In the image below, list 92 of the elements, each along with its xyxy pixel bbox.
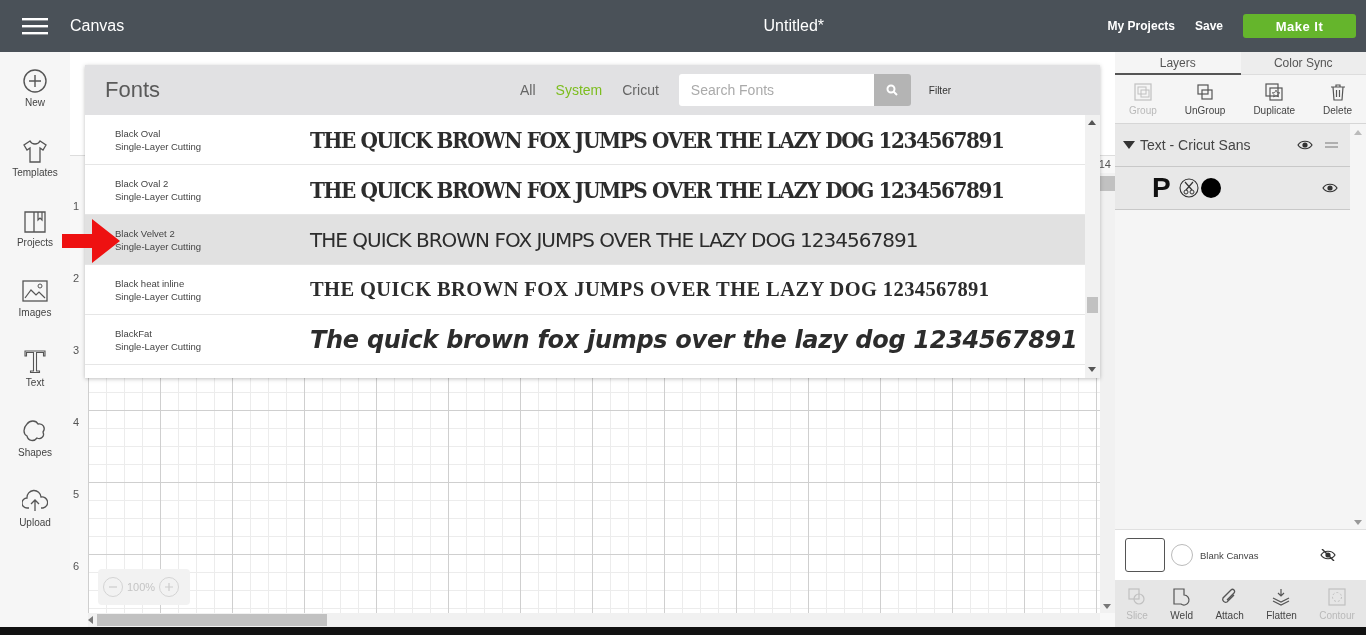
toolbar-button[interactable]: Weld [1168, 580, 1195, 627]
vertical-scrollbar[interactable] [1085, 115, 1100, 378]
plus-icon [164, 582, 175, 592]
ruler-number: 1 [72, 199, 81, 214]
sidebar-item[interactable]: Templates [12, 138, 58, 208]
layer-row[interactable]: Text - Cricut Sans [1115, 124, 1350, 167]
canvas-swatch[interactable] [1125, 538, 1165, 572]
toolbar-button[interactable]: Duplicate [1251, 75, 1298, 123]
plus-icon [22, 68, 48, 94]
slice-icon [1127, 586, 1148, 607]
book-icon [22, 208, 48, 234]
duplicate-icon [1264, 82, 1285, 102]
group-icon [1132, 82, 1153, 102]
font-sample: THE QUICK BROWN FOX JUMPS OVER THE LAZY DOG 1234567891 [310, 175, 1004, 204]
sidebar-item[interactable]: Text [22, 348, 48, 418]
ruler-number: 3 [72, 343, 81, 358]
toolbar-button[interactable]: Flatten [1264, 580, 1299, 627]
color-dot [1200, 178, 1221, 198]
font-sample: THE QUICK BROWN FOX JUMPS OVER THE LAZY DOG 1234567891 [310, 125, 1004, 154]
window-title: Untitled* [762, 17, 826, 35]
down-arrow-icon[interactable] [1354, 520, 1362, 525]
menu-icon[interactable] [22, 17, 48, 35]
down-arrow-icon [1088, 367, 1096, 372]
font-name: Black Oval [115, 126, 162, 140]
toolbar-button[interactable]: Delete [1321, 75, 1354, 123]
font-type: Single-Layer Cutting [115, 189, 203, 203]
layer-row[interactable]: P [1115, 167, 1350, 210]
ruler-number: 14 [1098, 157, 1112, 172]
font-name: Black Oval 2 [115, 176, 170, 190]
eye-icon[interactable] [1297, 139, 1313, 151]
drag-handle-icon[interactable] [1325, 142, 1338, 148]
upload-icon [22, 488, 48, 514]
down-arrow-icon [1103, 604, 1111, 609]
font-row[interactable]: Black Velvet 2 Single-Layer Cutting THE QUICK BROWN FOX JUMPS OVER THE LAZY DOG 1234567891 [85, 215, 1085, 265]
sidebar-item[interactable]: Shapes [18, 418, 52, 488]
sidebar-item[interactable]: New [22, 68, 48, 138]
font-sample: THE QUICK BROWN FOX JUMPS OVER THE LAZY DOG 1234567891 [310, 227, 918, 252]
up-arrow-icon [1088, 120, 1096, 125]
vertical-scrollbar[interactable] [1100, 173, 1115, 613]
font-row[interactable]: BlackFat Single-Layer Cutting The quick brown fox jumps over the lazy dog 1234567891 [85, 315, 1085, 365]
header-link[interactable]: My Projects [1107, 19, 1175, 33]
left-arrow-icon [88, 616, 93, 624]
ruler-number: 6 [72, 559, 81, 574]
header-link[interactable]: Save [1194, 19, 1223, 33]
sidebar-item[interactable]: Upload [19, 488, 51, 558]
horizontal-scrollbar[interactable] [88, 613, 1100, 627]
font-type: Single-Layer Cutting [115, 339, 203, 353]
scissors-icon [1178, 178, 1199, 198]
search-button[interactable] [873, 74, 911, 106]
sidebar-item[interactable]: Projects [16, 208, 54, 278]
shirt-icon [22, 138, 48, 164]
font-type: Single-Layer Cutting [115, 139, 203, 153]
ruler-number: 2 [72, 271, 81, 286]
filter-tab[interactable]: All [520, 82, 536, 98]
layer-name: Text - Cricut Sans [1140, 137, 1252, 153]
contour-icon [1327, 586, 1347, 607]
ungroup-icon [1195, 82, 1216, 102]
search-field[interactable]: Search Fonts [678, 74, 874, 106]
layer-preview: P [1152, 172, 1171, 204]
image-icon [22, 278, 48, 304]
font-type: Single-Layer Cutting [115, 289, 203, 303]
sidebar-item[interactable]: Images [18, 278, 52, 348]
font-sample: The quick brown fox jumps over the lazy dog 1234567891 [310, 325, 1078, 354]
ruler-number: 4 [72, 415, 81, 430]
eye-icon[interactable] [1322, 182, 1338, 194]
search-icon [886, 84, 899, 96]
canvas-name: Blank Canvas [1200, 549, 1260, 561]
layers-icon [1271, 586, 1292, 607]
ruler-number: 5 [72, 487, 81, 502]
panel-tab[interactable]: Color Sync [1240, 52, 1366, 75]
filter-link[interactable]: Filter [928, 84, 952, 96]
font-sample: THE QUICK BROWN FOX JUMPS OVER THE LAZY DOG 1234567891 [310, 278, 990, 301]
font-row[interactable]: Black Oval Single-Layer Cutting THE QUICK BROWN FOX JUMPS OVER THE LAZY DOG 1234567891 [85, 115, 1085, 165]
scroll-thumb[interactable] [1100, 176, 1115, 191]
font-type: Single-Layer Cutting [115, 239, 203, 253]
panel-title: Fonts [105, 77, 162, 103]
font-name: Black heat inline [115, 276, 186, 290]
caret-down-icon[interactable] [1123, 140, 1135, 150]
hidden-eye-icon[interactable] [1320, 549, 1336, 561]
shapes-icon [22, 418, 48, 444]
text-icon [22, 348, 48, 374]
toolbar-button[interactable]: Attach [1213, 580, 1246, 627]
weld-icon [1171, 586, 1192, 607]
app-name: Canvas [70, 17, 126, 35]
font-name: BlackFat [115, 326, 153, 340]
font-row[interactable]: Black heat inline Single-Layer Cutting THE QUICK BROWN FOX JUMPS OVER THE LAZY DOG 1234567891 [85, 265, 1085, 315]
toolbar-button[interactable]: UnGroup [1182, 75, 1228, 123]
up-arrow-icon[interactable] [1354, 130, 1362, 135]
scroll-thumb[interactable] [97, 614, 327, 626]
scroll-thumb[interactable] [1087, 297, 1098, 313]
filter-tab[interactable]: Cricut [622, 82, 659, 98]
font-name: Black Velvet 2 [115, 226, 176, 240]
